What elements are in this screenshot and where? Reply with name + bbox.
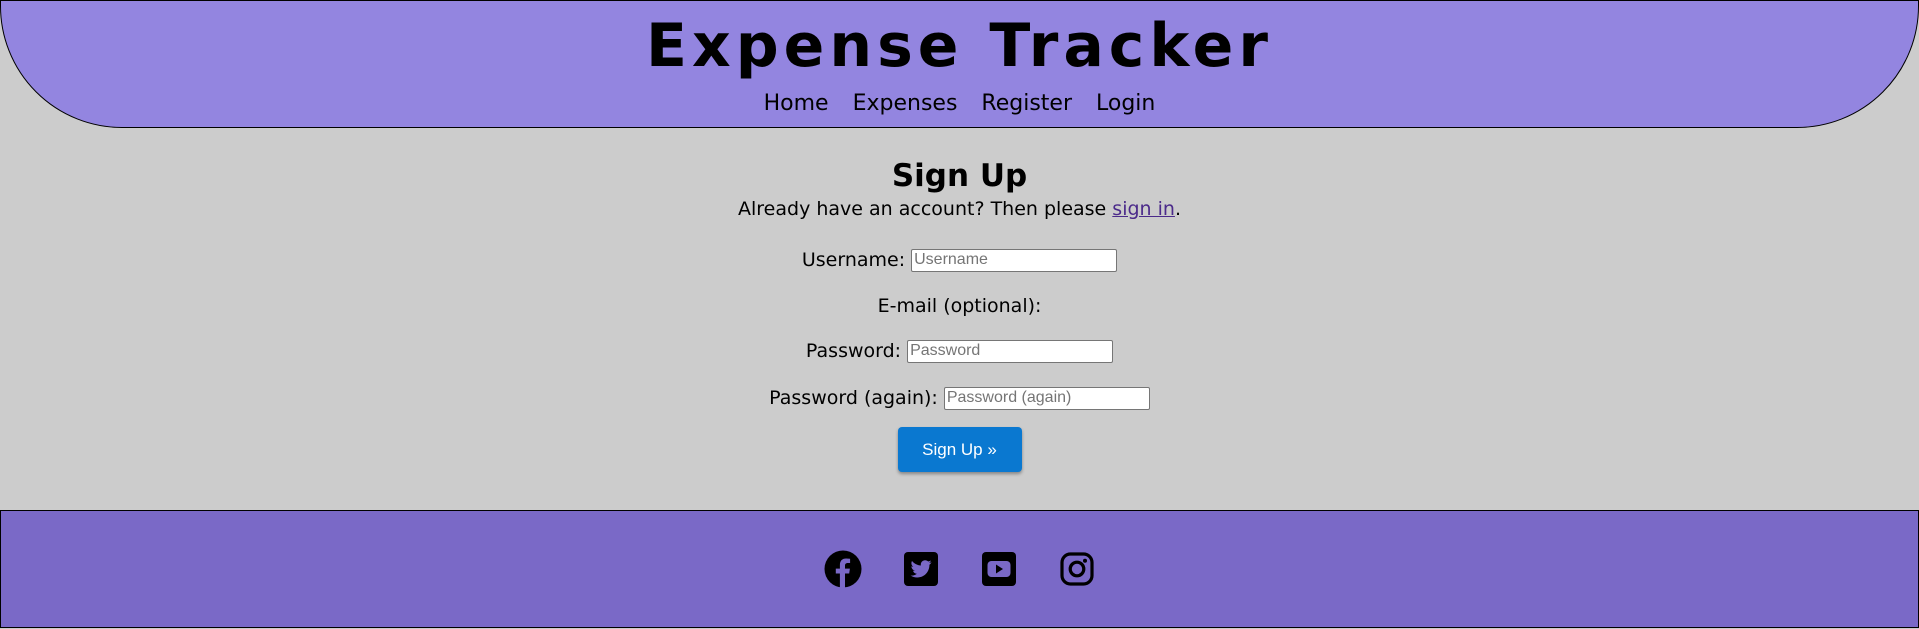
sign-in-link[interactable]: sign in [1112,198,1175,220]
signup-form: Username: E-mail (optional): Password: P… [0,248,1919,472]
twitter-link[interactable] [902,550,940,588]
password-again-label: Password (again): [769,387,938,409]
twitter-icon [903,552,938,586]
email-label: E-mail (optional): [877,295,1042,317]
instagram-icon [1059,552,1094,586]
site-header: Expense Tracker Home Expenses Register L… [0,0,1919,128]
signup-section: Sign Up Already have an account? Then pl… [0,127,1919,472]
nav-expenses-link[interactable]: Expenses [853,91,958,117]
signin-prompt: Already have an account? Then please sig… [0,197,1919,221]
nav-register-link[interactable]: Register [981,91,1072,117]
email-row: E-mail (optional): [0,294,1919,318]
password-label: Password: [805,340,902,362]
password-again-row: Password (again): [0,386,1919,410]
page-title: Sign Up [891,158,1028,194]
site-footer [0,510,1919,628]
instagram-link[interactable] [1058,550,1096,588]
username-row: Username: [0,248,1919,272]
signin-prompt-text: Already have an account? Then please [738,198,1113,220]
facebook-icon [824,550,861,588]
password-input[interactable] [907,339,1114,363]
facebook-link[interactable] [824,550,862,588]
signin-prompt-end: . [1174,198,1181,220]
sign-up-button[interactable]: Sign Up » [897,427,1022,472]
site-title: Expense Tracker [646,11,1273,81]
password-row: Password: [0,339,1919,363]
nav-home-link[interactable]: Home [764,91,829,117]
youtube-icon [981,552,1016,586]
password-again-input[interactable] [943,386,1150,410]
youtube-link[interactable] [980,550,1018,588]
nav-login-link[interactable]: Login [1096,91,1155,117]
username-label: Username: [801,249,906,271]
username-input[interactable] [911,248,1118,272]
main-nav: Home Expenses Register Login [1,91,1918,117]
